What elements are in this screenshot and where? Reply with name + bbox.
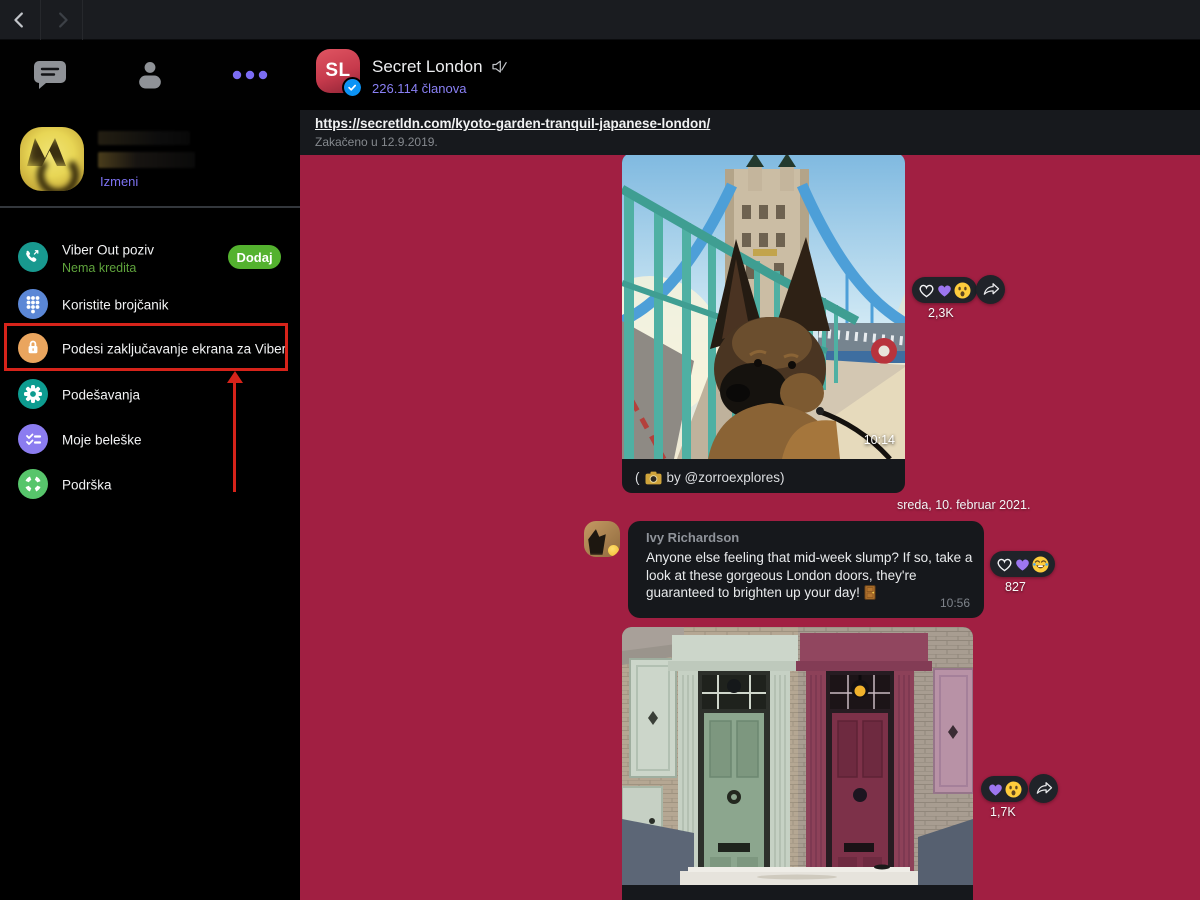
sender-name: Ivy Richardson [646,530,739,545]
menu-label: Koristite brojčanik [62,298,169,313]
sidebar-tabbar [0,40,300,110]
pinned-message-bar[interactable]: https://secretldn.com/kyoto-garden-tranq… [300,110,1200,155]
notes-icon [18,424,48,454]
date-divider: sreda, 10. februar 2021. [897,498,1030,512]
camera-icon [645,471,662,485]
menu-item-viber-out[interactable]: Viber Out poziv Nema kredita Dodaj [0,240,300,276]
menu-item-my-notes[interactable]: Moje beleške [0,422,300,458]
menu-label: Viber Out poziv [62,243,154,258]
share-icon [1034,779,1054,799]
share-button[interactable] [1029,774,1058,803]
dog-tower-bridge-photo[interactable]: 10:14 [622,155,905,459]
verified-badge-icon [344,79,361,96]
profile-section: Izmeni [0,110,300,206]
photo-caption: ( by @zorroexplores) [635,470,785,485]
chat-header[interactable]: SL Secret London 226.114 članova [300,40,1200,110]
reaction-count: 827 [1005,580,1026,594]
caption-open: ( [635,470,640,485]
message-time: 10:56 [940,596,970,610]
more-tab-icon [232,70,268,80]
forward-button[interactable] [42,0,83,40]
menu-item-settings[interactable]: Podešavanja [0,377,300,413]
message-line: Anyone else feeling that mid-week slump?… [646,549,972,567]
purple-heart-icon [987,781,1004,798]
purple-heart-icon [936,282,953,299]
sidebar-menu: Viber Out poziv Nema kredita Dodaj Koris… [0,208,300,900]
contacts-tab-icon [137,60,163,90]
reaction-count: 1,7K [990,805,1016,819]
tab-contacts[interactable] [110,40,190,110]
edit-profile-link[interactable]: Izmeni [100,174,138,189]
reactions-pill[interactable] [981,776,1028,802]
muted-icon [490,58,508,76]
annotation-arrow-line [233,382,236,492]
astonished-icon [954,282,971,299]
heart-outline-icon [996,556,1013,573]
tab-more[interactable] [210,40,290,110]
tab-chats[interactable] [10,40,90,110]
menu-label: Podrška [62,478,112,493]
back-button[interactable] [0,0,41,40]
london-doors-photo[interactable] [622,627,973,885]
dialpad-icon [18,289,48,319]
viber-out-call-icon [18,242,48,272]
user-avatar[interactable] [20,127,84,191]
share-button[interactable] [976,275,1005,304]
chat-title: Secret London [372,57,483,77]
door-icon [864,585,876,600]
reactions-pill[interactable] [990,551,1055,577]
message-doors-photo[interactable] [622,627,973,900]
message-text[interactable]: Ivy Richardson Anyone else feeling that … [628,521,984,618]
menu-label: Moje beleške [62,433,142,448]
heart-outline-icon [918,282,935,299]
chats-tab-icon [33,59,67,91]
sender-avatar[interactable] [584,521,620,557]
back-icon [9,9,31,31]
pinned-link[interactable]: https://secretldn.com/kyoto-garden-tranq… [315,116,710,131]
reaction-count: 2,3K [928,306,954,320]
channel-avatar-initials: SL [325,60,350,82]
add-credit-button[interactable]: Dodaj [228,245,281,269]
joy-icon [1032,556,1049,573]
gear-icon [18,379,48,409]
message-dog-photo[interactable]: 10:14 ( by @zorroexplores) [622,155,905,493]
pinned-note: Zakačeno u 12.9.2019. [315,135,438,149]
caption-text: by @zorroexplores) [667,470,785,485]
chat-members-count: 226.114 članova [372,81,466,96]
chat-message-area: 10:14 ( by @zorroexplores) [300,155,1200,900]
message-line: look at these gorgeous London doors, the… [646,567,972,585]
user-phone-redacted [98,152,195,168]
reactions-pill[interactable] [912,277,977,303]
viber-app-window: Izmeni Viber Out poziv Nema kredita Doda… [0,0,1200,900]
user-name-redacted [98,131,190,145]
menu-item-dialpad[interactable]: Koristite brojčanik [0,287,300,323]
forward-icon [51,9,73,31]
menu-label: Podešavanja [62,388,140,403]
menu-item-support[interactable]: Podrška [0,467,300,503]
annotation-highlight-box [4,323,288,371]
support-icon [18,469,48,499]
share-icon [981,280,1001,300]
astonished-icon [1005,781,1022,798]
menu-sublabel: Nema kredita [62,261,136,275]
message-time: 10:14 [864,433,895,447]
purple-heart-icon [1014,556,1031,573]
top-navigation-bar [0,0,1200,40]
message-body: Anyone else feeling that mid-week slump?… [646,549,972,602]
message-line: guaranteed to brighten up your day! [646,584,860,602]
